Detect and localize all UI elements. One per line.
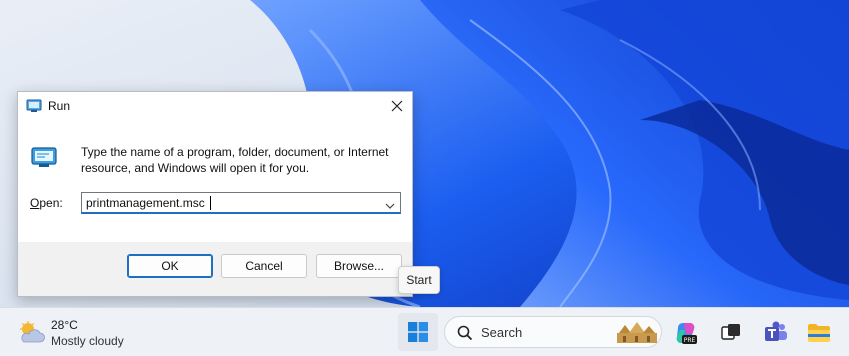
run-dialog: Run Type the name of a program, folder, …	[17, 91, 413, 297]
start-button[interactable]	[398, 313, 438, 351]
text-cursor	[210, 196, 211, 210]
run-icon	[26, 99, 42, 113]
windows-start-icon	[408, 322, 428, 342]
file-explorer-icon[interactable]	[806, 320, 832, 346]
close-icon	[391, 100, 403, 112]
open-combobox[interactable]	[81, 192, 401, 214]
dialog-description: Type the name of a program, folder, docu…	[81, 145, 389, 175]
browse-button[interactable]: Browse...	[316, 254, 402, 278]
partly-cloudy-icon[interactable]	[17, 320, 45, 344]
taskbar-search[interactable]: Search	[444, 316, 662, 348]
cancel-button[interactable]: Cancel	[221, 254, 307, 278]
search-label: Search	[481, 325, 523, 340]
open-label-accelerator: O	[30, 196, 40, 210]
start-tooltip: Start	[398, 266, 440, 294]
taskbar: 28°C Mostly cloudy Search PRE	[0, 307, 849, 356]
svg-text:PRE: PRE	[684, 337, 696, 344]
search-highlight-image	[617, 322, 657, 343]
open-label-text: pen:	[39, 196, 63, 210]
open-label: Open:	[30, 196, 63, 210]
chevron-down-icon[interactable]	[384, 198, 396, 209]
search-icon	[457, 325, 473, 341]
ok-button[interactable]: OK	[127, 254, 213, 278]
weather-temperature[interactable]: 28°C	[51, 318, 78, 332]
open-input[interactable]	[86, 195, 366, 211]
close-button[interactable]	[382, 92, 412, 120]
teams-icon[interactable]	[763, 320, 789, 346]
dialog-title: Run	[48, 99, 71, 113]
dialog-titlebar[interactable]: Run	[18, 92, 412, 122]
weather-condition[interactable]: Mostly cloudy	[51, 334, 124, 348]
run-program-icon	[31, 147, 57, 169]
task-view-icon[interactable]	[718, 320, 744, 346]
copilot-icon[interactable]: PRE	[673, 320, 699, 346]
